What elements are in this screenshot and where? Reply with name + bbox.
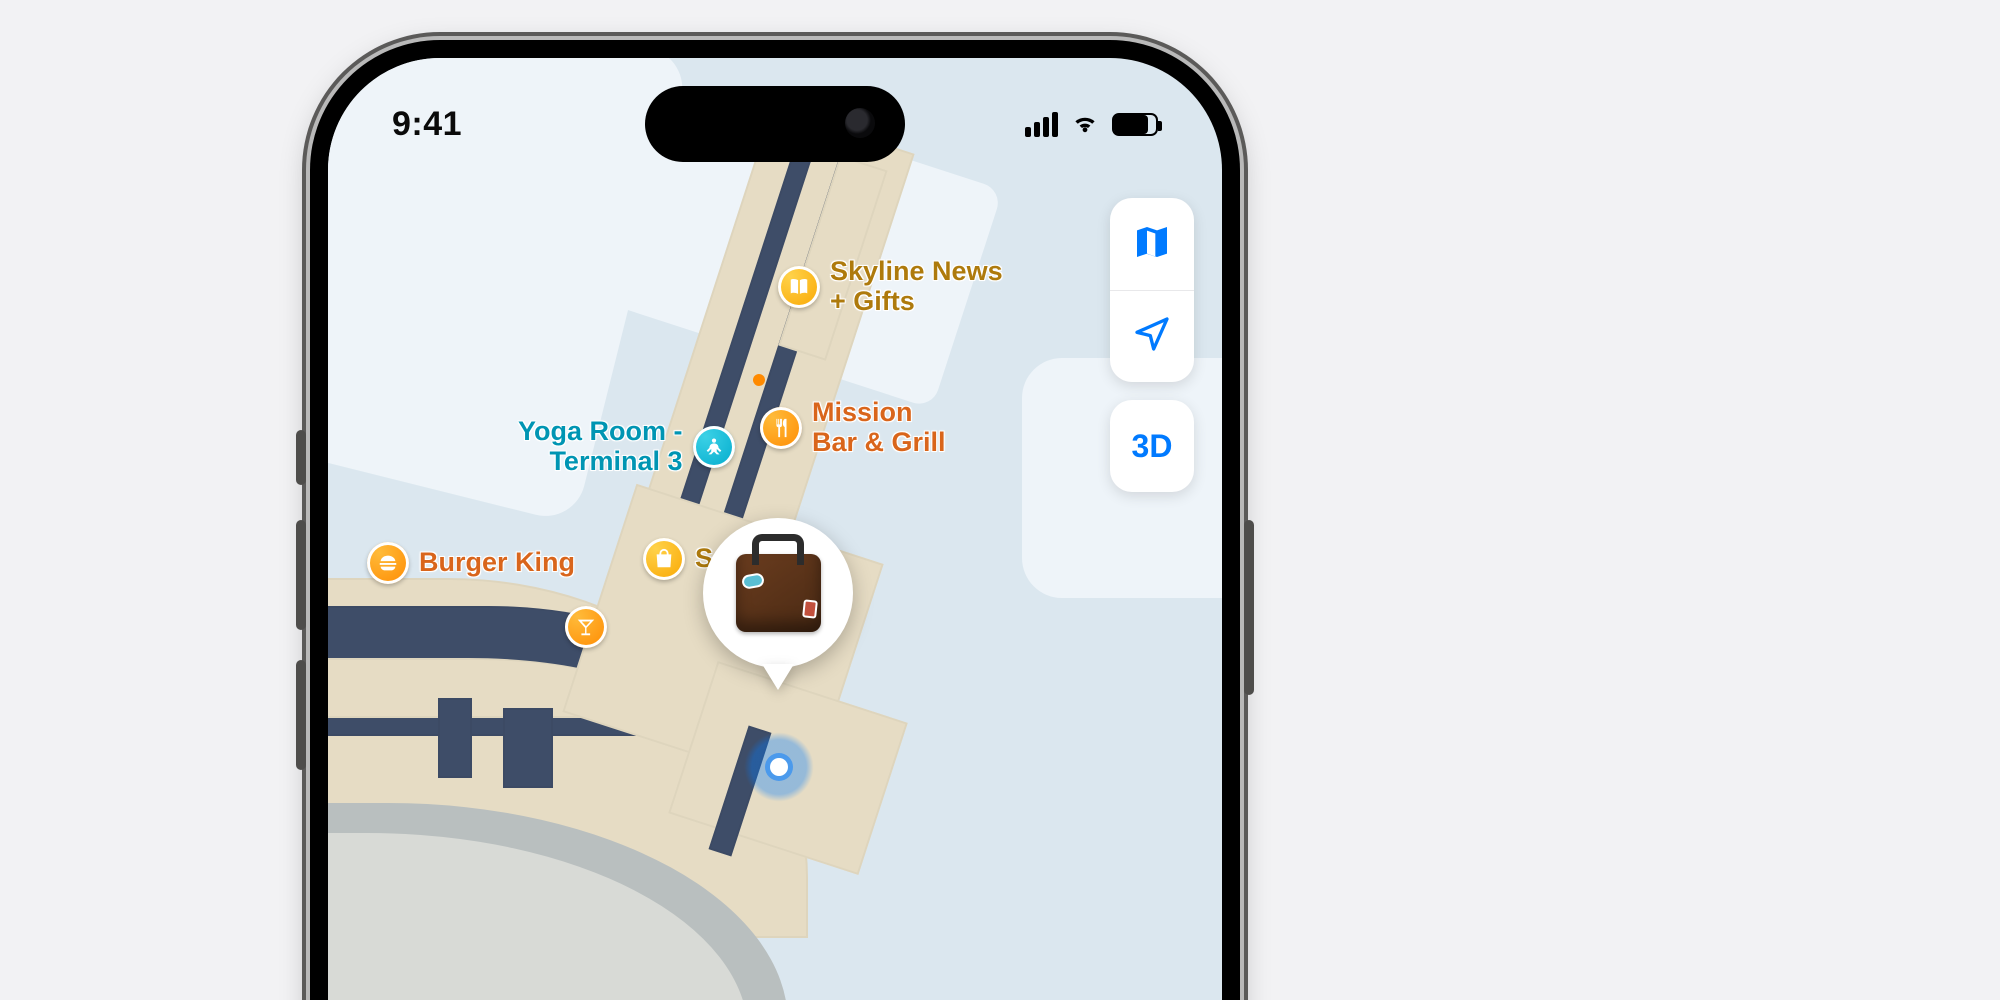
fork-knife-icon [760,407,802,449]
screen: Skyline News + Gifts Mission Bar & Grill… [328,58,1222,1000]
mute-switch [296,430,306,485]
book-icon [778,266,820,308]
battery-icon [1112,113,1158,136]
poi-burger-king[interactable]: Burger King [367,542,575,584]
control-group-3d: 3D [1110,400,1194,492]
location-arrow-icon [1132,314,1172,359]
luggage-icon [736,554,821,632]
poi-mission-bar-grill[interactable]: Mission Bar & Grill [760,398,946,457]
dynamic-island [645,86,905,162]
cocktail-icon [565,606,607,648]
poi-label: Burger King [419,548,575,578]
poi-label: Skyline News + Gifts [830,257,1003,316]
status-time: 9:41 [392,105,462,144]
poi-yoga-room[interactable]: Yoga Room - Terminal 3 [518,417,735,476]
power-button [1244,520,1254,695]
person-meditate-icon [693,426,735,468]
phone-frame: Skyline News + Gifts Mission Bar & Grill… [310,40,1240,1000]
volume-down-button [296,660,306,770]
map-fill-icon [1132,222,1172,267]
control-group-top [1110,198,1194,382]
current-location-dot [744,732,814,802]
locate-me-button[interactable] [1110,290,1194,382]
poi-shop-partial[interactable]: S [643,538,713,580]
burger-icon [367,542,409,584]
poi-skyline-news-gifts[interactable]: Skyline News + Gifts [778,257,1003,316]
view-3d-label: 3D [1132,428,1173,465]
poi-label: Yoga Room - Terminal 3 [518,417,683,476]
map-controls: 3D [1110,198,1194,492]
wifi-icon [1070,110,1100,139]
view-3d-button[interactable]: 3D [1110,400,1194,492]
map-mode-button[interactable] [1110,198,1194,290]
shopping-bag-icon [643,538,685,580]
poi-cocktail-bar[interactable] [565,606,607,648]
volume-up-button [296,520,306,630]
cellular-signal-icon [1025,112,1058,137]
map-dot [753,374,765,386]
tracked-item-bubble[interactable] [703,518,853,668]
poi-label: Mission Bar & Grill [812,398,946,457]
